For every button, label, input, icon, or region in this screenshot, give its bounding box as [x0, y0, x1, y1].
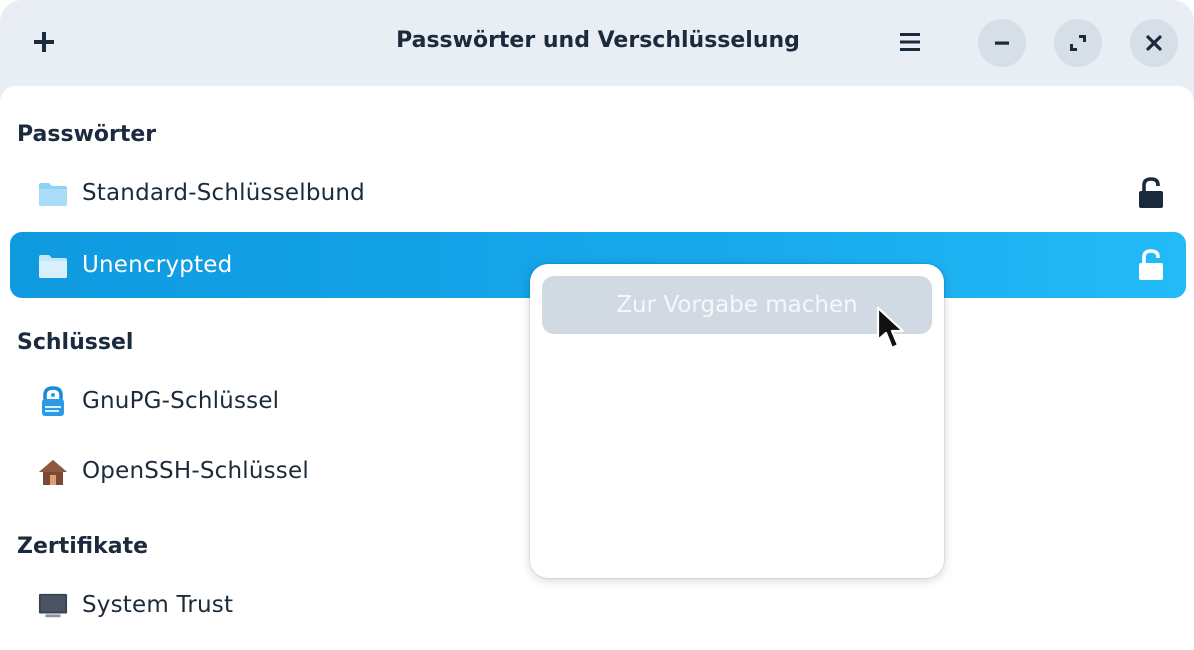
monitor-icon	[38, 591, 68, 621]
list-item-label: Standard-Schlüsselbund	[82, 180, 365, 206]
minimize-button[interactable]	[978, 19, 1026, 67]
unlocked-padlock-icon	[1136, 248, 1166, 282]
list-item-system-trust[interactable]: System Trust	[10, 572, 1186, 638]
gnupg-key-icon	[38, 386, 68, 417]
list-item-label: System Trust	[82, 592, 234, 618]
folder-icon	[38, 179, 68, 209]
main-menu-button[interactable]	[886, 20, 934, 64]
unlocked-padlock-icon	[1136, 176, 1166, 210]
list-item-label: Unencrypted	[82, 252, 233, 278]
app-window: Passwörter und Verschlüsselung Passwörte…	[0, 0, 1194, 650]
section-header-keys: Schlüssel	[17, 330, 134, 355]
hamburger-menu-icon	[900, 33, 920, 51]
list-item-standard-keyring[interactable]: Standard-Schlüsselbund	[10, 160, 1186, 226]
minimize-icon	[995, 41, 1009, 45]
header-bar: Passwörter und Verschlüsselung	[0, 0, 1194, 86]
window-title: Passwörter und Verschlüsselung	[396, 28, 800, 53]
mouse-pointer-icon	[876, 306, 905, 350]
list-item-label: GnuPG-Schlüssel	[82, 388, 280, 414]
close-button[interactable]	[1130, 19, 1178, 67]
folder-icon	[38, 251, 68, 281]
section-header-passwords: Passwörter	[17, 122, 157, 147]
house-icon	[38, 457, 68, 487]
add-button[interactable]	[22, 20, 66, 64]
section-header-certificates: Zertifikate	[17, 534, 149, 559]
close-icon	[1146, 35, 1162, 51]
list-item-label: OpenSSH-Schlüssel	[82, 458, 309, 484]
maximize-button[interactable]	[1054, 19, 1102, 67]
plus-icon	[34, 32, 54, 52]
set-as-default-menu-item[interactable]: Zur Vorgabe machen	[542, 276, 932, 334]
maximize-icon	[1070, 35, 1086, 51]
